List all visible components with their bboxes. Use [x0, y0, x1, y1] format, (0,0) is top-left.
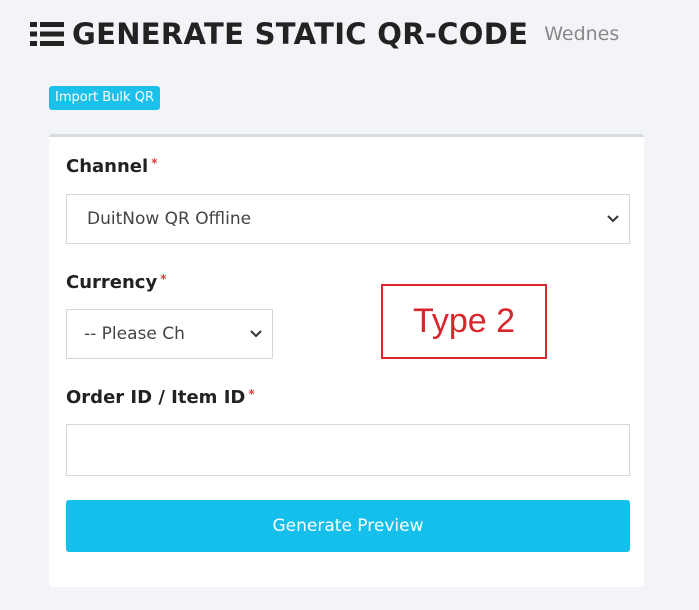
currency-select[interactable]: -- Please Ch [66, 309, 273, 359]
chevron-down-icon [607, 215, 619, 223]
page-date: Wednes [544, 23, 620, 45]
type-annotation: Type 2 [381, 284, 547, 359]
order-id-input[interactable] [66, 424, 630, 476]
channel-label-text: Channel [66, 156, 149, 177]
required-mark: * [248, 387, 255, 401]
chevron-down-icon [250, 330, 262, 338]
currency-label: Currency * [66, 272, 167, 293]
import-bulk-qr-button[interactable]: Import Bulk QR [49, 86, 160, 110]
required-mark: * [151, 156, 158, 170]
required-mark: * [160, 272, 167, 286]
page-header: GENERATE STATIC QR-CODE Wednes [30, 14, 619, 54]
currency-select-value: -- Please Ch [84, 324, 185, 344]
generate-preview-button[interactable]: Generate Preview [66, 500, 630, 552]
order-id-label-text: Order ID / Item ID [66, 387, 246, 408]
generate-form-card: Channel * DuitNow QR Offline Currency * --… [49, 134, 644, 587]
currency-label-text: Currency [66, 272, 158, 293]
channel-select-value: DuitNow QR Offline [87, 209, 252, 229]
channel-label: Channel * [66, 156, 157, 177]
order-id-label: Order ID / Item ID * [66, 387, 255, 408]
page-title: GENERATE STATIC QR-CODE [72, 17, 529, 51]
channel-select[interactable]: DuitNow QR Offline [66, 194, 630, 244]
list-icon [30, 22, 64, 46]
